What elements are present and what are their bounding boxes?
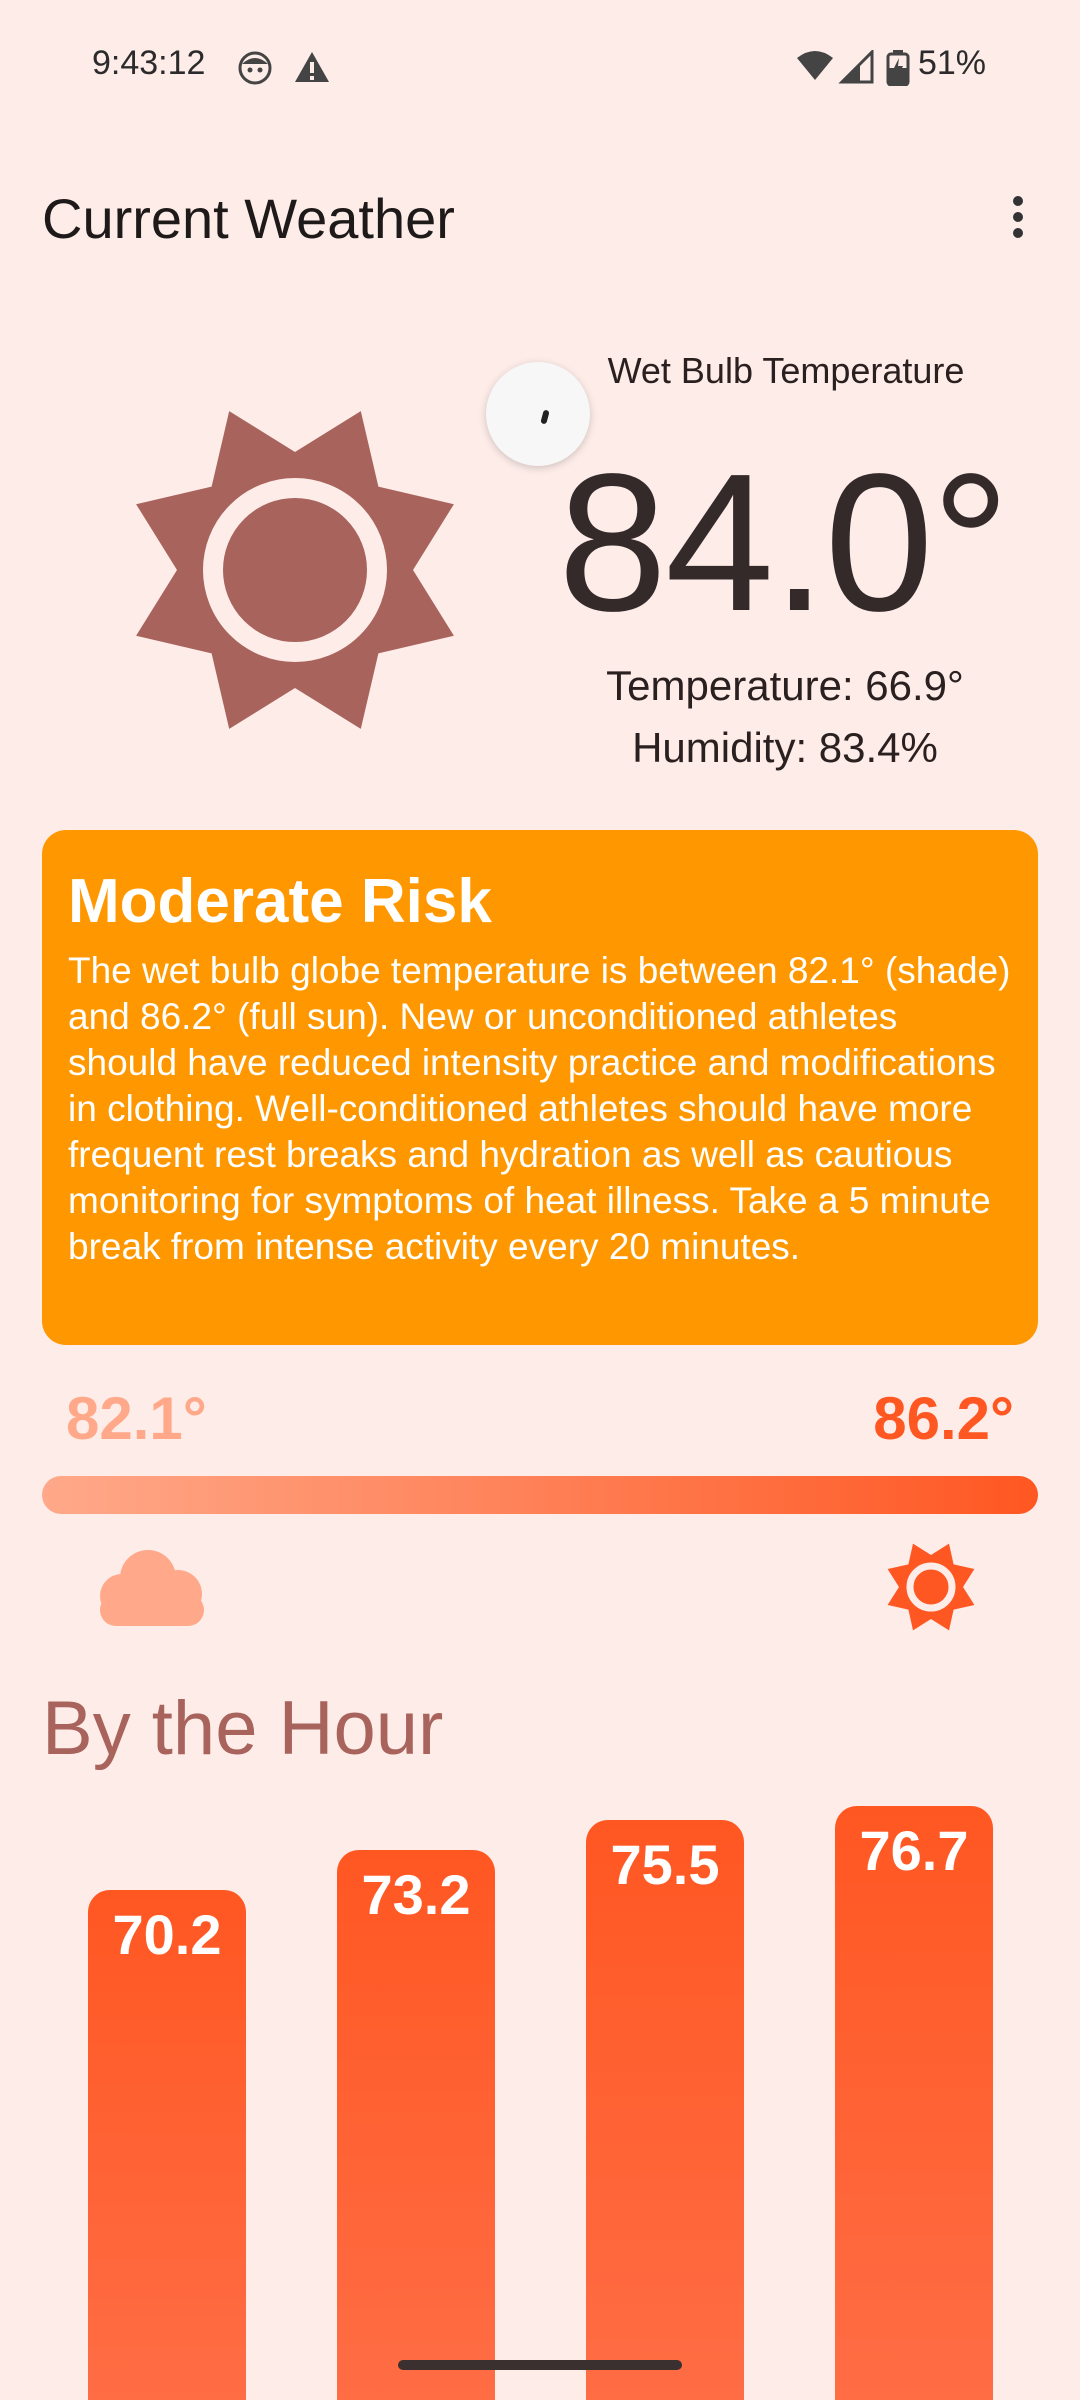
- risk-title: Moderate Risk: [68, 867, 492, 936]
- range-high-value: 86.2°: [873, 1385, 1014, 1452]
- cloud-icon: [100, 1550, 204, 1626]
- hour-bar: 70.2: [88, 1890, 246, 2400]
- wifi-icon: [797, 51, 833, 80]
- battery-percentage: 51%: [917, 44, 986, 82]
- battery-icon: [886, 50, 910, 86]
- wet-bulb-value: 84.0°: [558, 433, 1010, 652]
- home-indicator[interactable]: [398, 2360, 682, 2370]
- status-bar: 9:43:12 51%: [0, 0, 1080, 130]
- more-vert-icon[interactable]: [998, 190, 1038, 250]
- hour-bar: 75.5: [586, 1820, 744, 2400]
- range-low-value: 82.1°: [66, 1385, 207, 1452]
- risk-card: Moderate Risk The wet bulb globe tempera…: [42, 830, 1038, 1345]
- temperature-value: Temperature: 66.9°: [606, 662, 964, 709]
- hour-bar: 73.2: [337, 1850, 495, 2400]
- app-title: Current Weather: [42, 187, 455, 250]
- range-gradient-bar: [42, 1476, 1038, 1514]
- hourly-heading: By the Hour: [42, 1686, 444, 1771]
- hour-bar-value: 70.2: [112, 1903, 222, 1966]
- humidity-value: Humidity: 83.4%: [632, 724, 938, 771]
- hour-bar-value: 73.2: [361, 1863, 471, 1926]
- face-icon: [238, 51, 272, 85]
- signal-icon: [838, 50, 874, 84]
- hour-bar-value: 75.5: [610, 1833, 720, 1896]
- warning-icon: [295, 52, 329, 82]
- status-time: 9:43:12: [92, 44, 206, 82]
- hour-bar: 76.7: [835, 1806, 993, 2400]
- risk-description: The wet bulb globe temperature is betwee…: [68, 950, 1011, 1268]
- sun-icon: [136, 411, 454, 729]
- wet-bulb-label: Wet Bulb Temperature: [607, 350, 965, 391]
- hour-bar-value: 76.7: [859, 1819, 969, 1882]
- sun-icon: [887, 1543, 975, 1631]
